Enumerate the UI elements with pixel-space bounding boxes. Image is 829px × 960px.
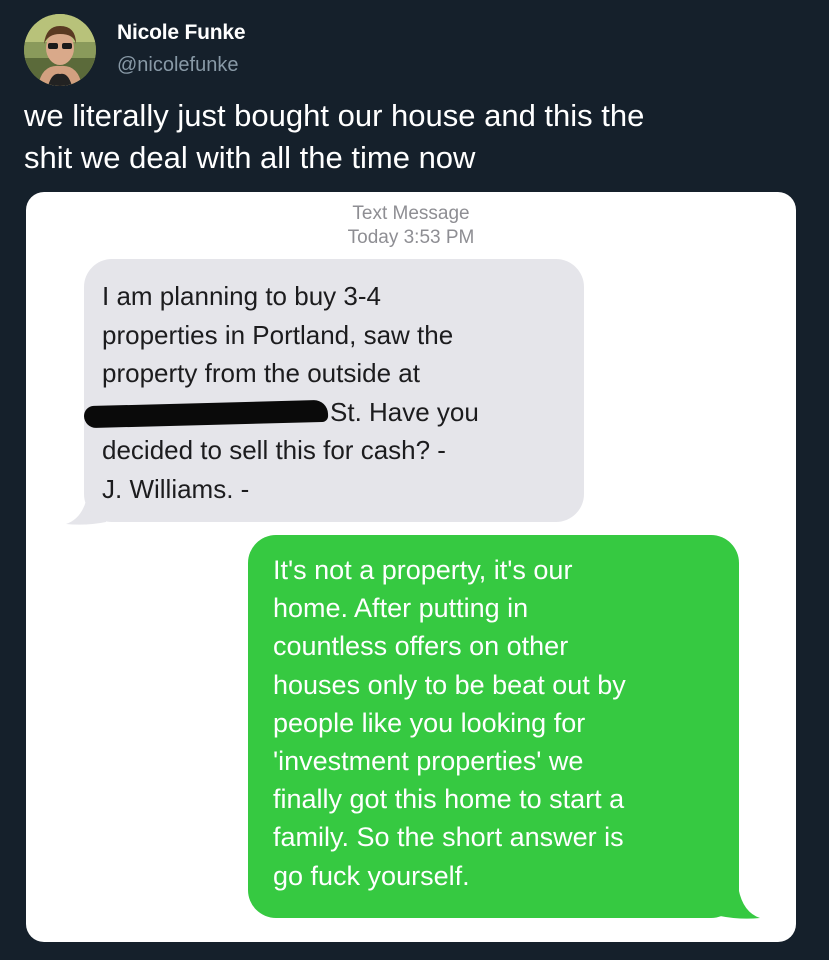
attached-screenshot[interactable]: Text Message Today 3:53 PM I am planning… — [26, 192, 796, 942]
tweet-text: we literally just bought our house and t… — [24, 95, 814, 179]
tweet-text-line: we literally just bought our house and t… — [24, 98, 645, 133]
outgoing-message-line: houses only to be beat out by — [273, 669, 626, 700]
author-handle[interactable]: @nicolefunke — [117, 54, 238, 77]
tweet: Nicole Funke @nicolefunke we literally j… — [0, 0, 829, 960]
incoming-message-text: St. Have you — [330, 396, 479, 427]
outgoing-message-line: people like you looking for — [273, 707, 586, 738]
incoming-message-bubble: I am planning to buy 3-4 properties in P… — [83, 259, 584, 522]
incoming-message-line: properties in Portland, saw the — [102, 319, 454, 350]
avatar-photo — [24, 14, 96, 86]
message-header-time: Today 3:53 PM — [26, 226, 796, 250]
incoming-message-line: decided to sell this for cash? - — [102, 435, 446, 465]
outgoing-message-line: home. After putting in — [273, 593, 529, 624]
redaction-mark — [83, 399, 329, 428]
outgoing-message-bubble: It's not a property, it's our home. Afte… — [248, 535, 739, 918]
incoming-message-line: I am planning to buy 3-4 — [102, 281, 381, 311]
message-header-clock: 3:53 PM — [403, 227, 475, 248]
outgoing-bubble-tail — [720, 886, 760, 919]
incoming-message-line: property from the outside at — [102, 358, 420, 388]
incoming-message-line-redacted: St. Have you — [83, 393, 562, 432]
outgoing-message-line: countless offers on other — [273, 631, 569, 662]
incoming-message-line: J. Williams. - — [102, 473, 250, 504]
message-header-day: Today — [347, 227, 399, 248]
author-name[interactable]: Nicole Funke — [117, 21, 245, 45]
message-header: Text Message Today 3:53 PM — [26, 202, 796, 250]
message-header-title: Text Message — [352, 203, 470, 224]
outgoing-message-line: 'investment properties' we — [273, 746, 584, 777]
avatar[interactable] — [24, 14, 96, 86]
tweet-text-line: shit we deal with all the time now — [24, 140, 476, 175]
outgoing-message-line: go fuck yourself. — [273, 860, 470, 891]
outgoing-message-line: family. So the short answer is — [273, 822, 624, 853]
outgoing-message-line: finally got this home to start a — [273, 784, 625, 815]
outgoing-message-line: It's not a property, it's our — [273, 555, 573, 585]
